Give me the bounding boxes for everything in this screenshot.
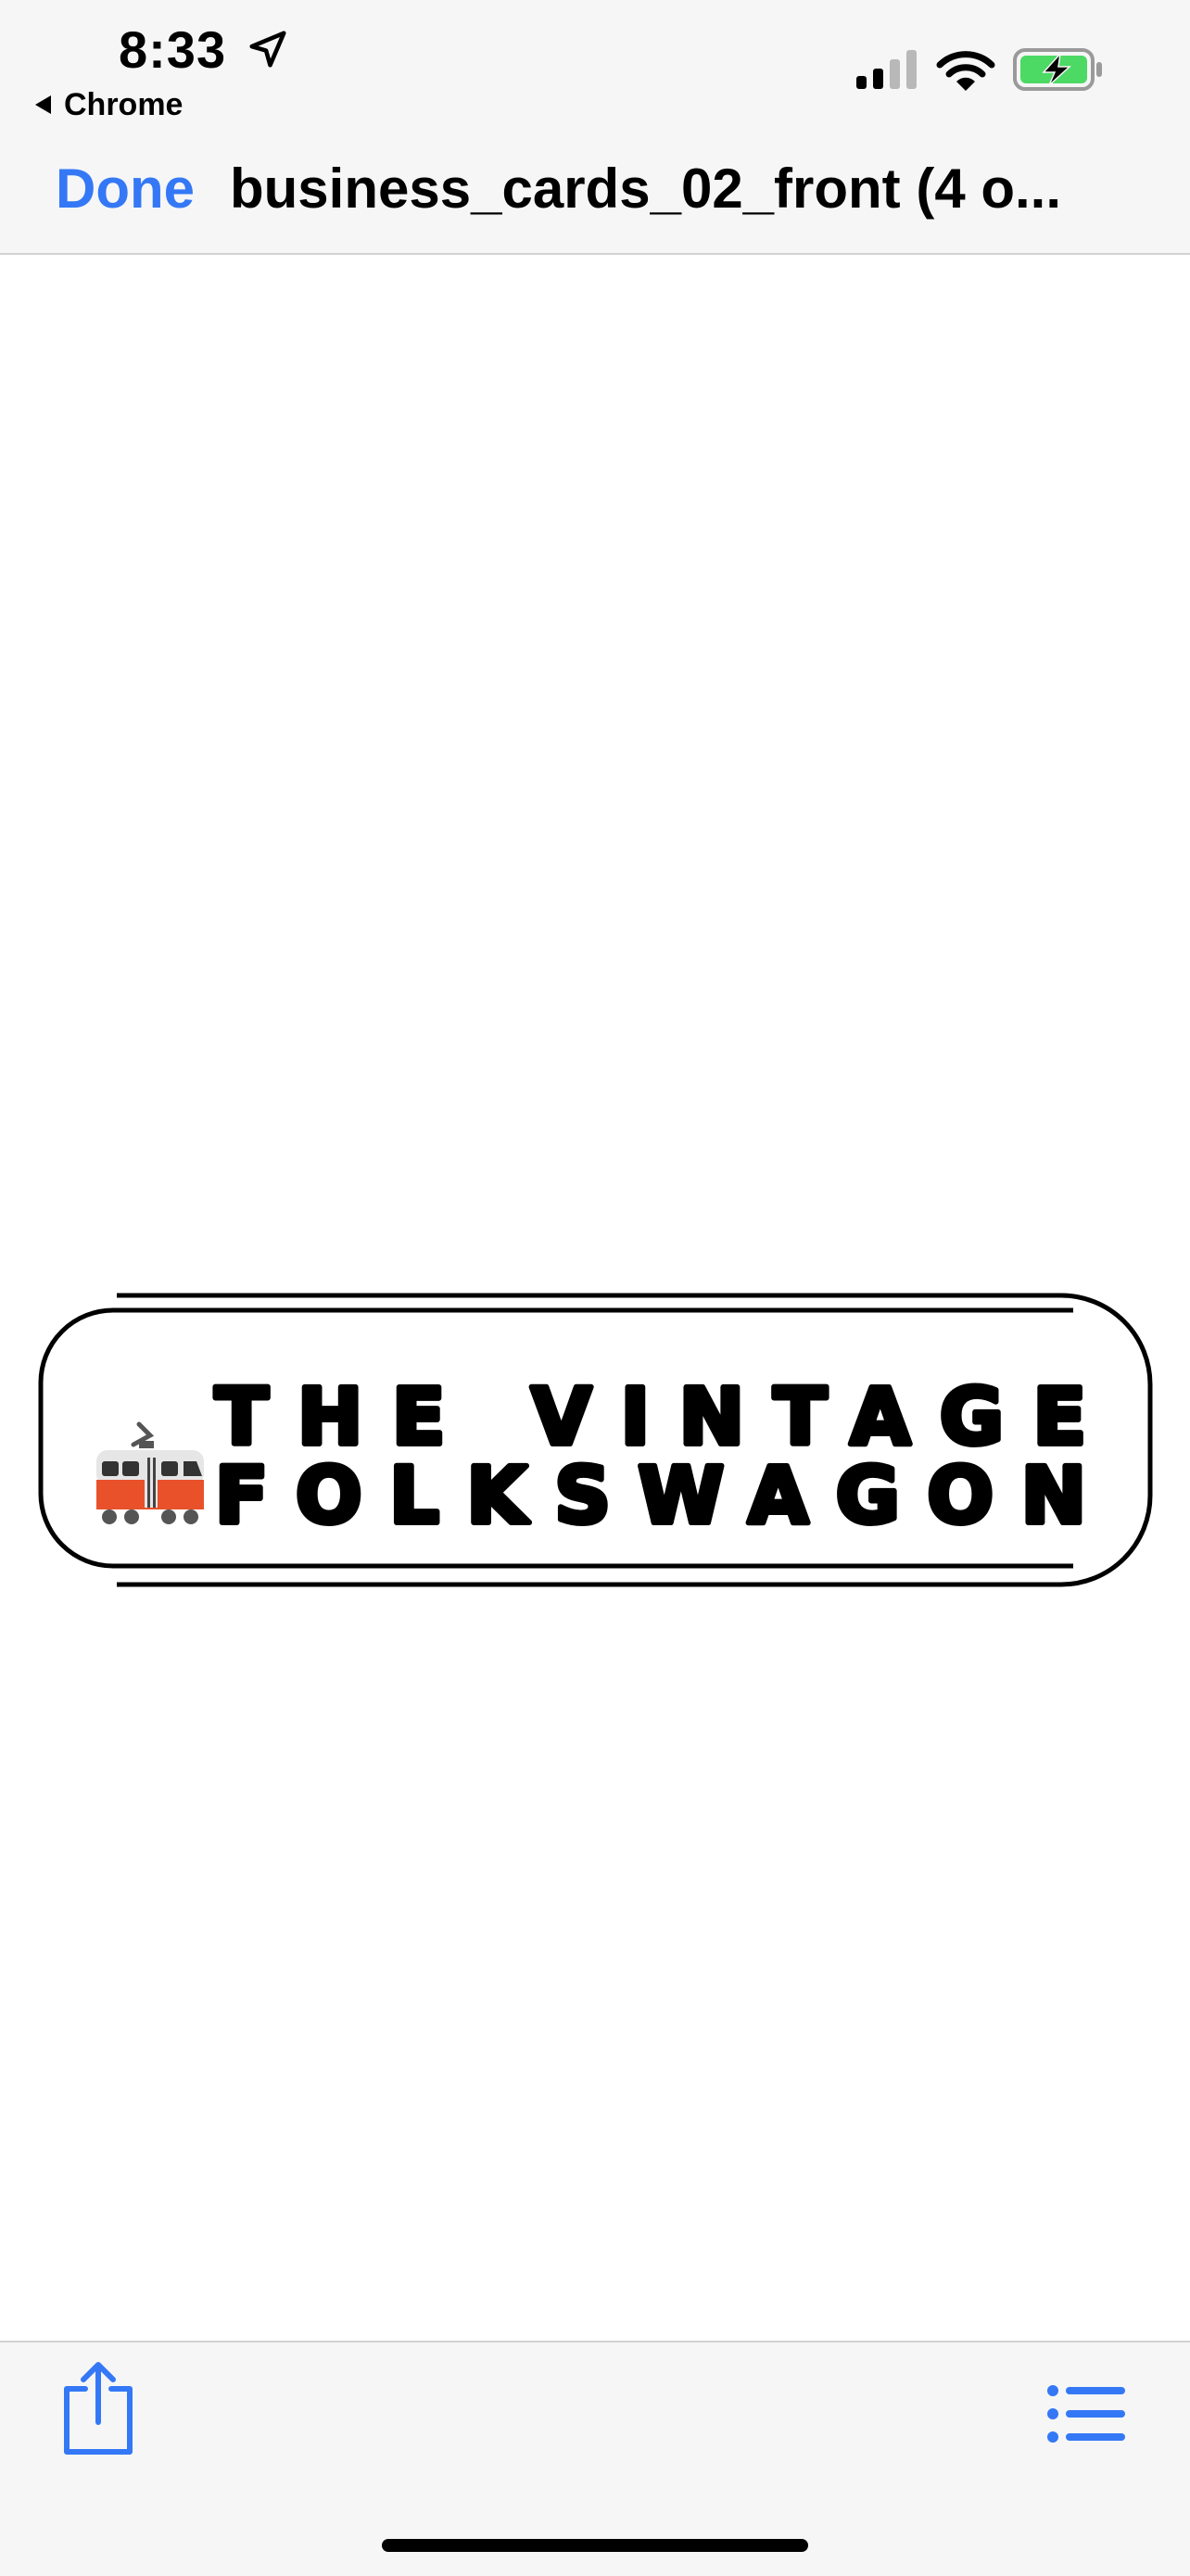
list-icon[interactable] bbox=[1045, 2383, 1127, 2444]
status-time: 8:33 bbox=[119, 20, 227, 79]
back-app-label: Chrome bbox=[64, 87, 184, 122]
back-to-app-link[interactable]: Chrome bbox=[35, 82, 183, 128]
back-triangle-icon bbox=[35, 95, 51, 114]
done-button[interactable]: Done bbox=[56, 154, 195, 224]
location-arrow-icon bbox=[249, 31, 286, 68]
document-title: business_cards_02_front (4 o... bbox=[230, 158, 1062, 220]
tram-icon bbox=[96, 1421, 204, 1524]
business-card: THE VINTAGE FOLKSWAGON bbox=[38, 1293, 1153, 1587]
cellular-signal-icon bbox=[856, 50, 917, 89]
battery-charging-icon bbox=[1013, 48, 1102, 91]
card-line-2: FOLKSWAGON bbox=[215, 1450, 1086, 1541]
top-bar: 8:33 Chrome Done business_cards_02_front… bbox=[0, 0, 1190, 255]
card-line-1: THE VINTAGE bbox=[215, 1371, 1086, 1462]
share-icon[interactable] bbox=[57, 2361, 139, 2457]
home-indicator[interactable] bbox=[382, 2539, 808, 2552]
wifi-icon bbox=[936, 51, 995, 91]
